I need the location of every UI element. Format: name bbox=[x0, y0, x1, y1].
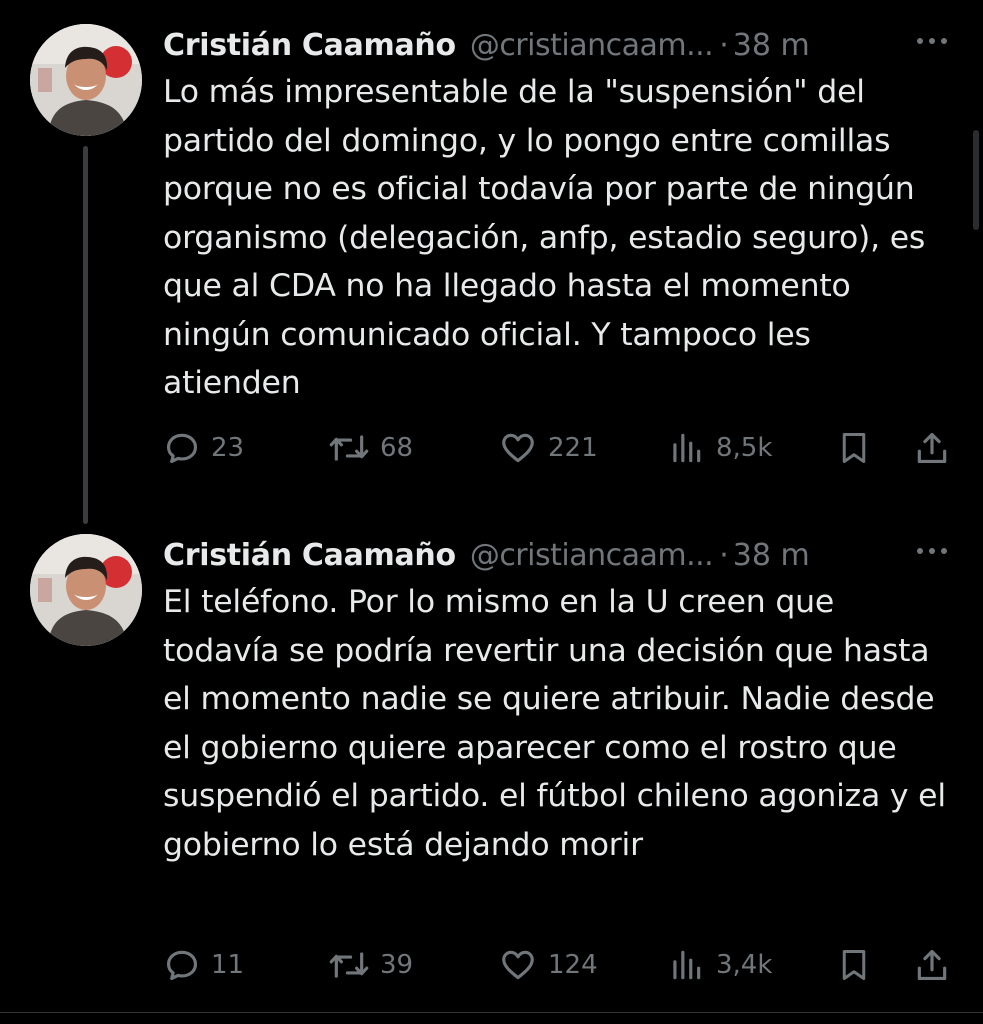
bookmark-icon bbox=[842, 433, 866, 463]
reply-count: 23 bbox=[211, 433, 245, 463]
profile-photo bbox=[30, 24, 142, 136]
bookmark-button[interactable] bbox=[836, 940, 872, 990]
like-button[interactable]: 221 bbox=[498, 423, 598, 473]
views-button[interactable]: 8,5k bbox=[666, 423, 772, 473]
scrollbar[interactable] bbox=[973, 130, 979, 230]
bookmark-button[interactable] bbox=[836, 423, 872, 473]
separator-dot: · bbox=[719, 537, 729, 573]
ellipsis-icon bbox=[917, 548, 947, 554]
divider bbox=[0, 1012, 983, 1013]
share-icon bbox=[917, 432, 947, 464]
separator-dot: · bbox=[719, 27, 729, 63]
user-handle[interactable]: @cristiancaam... bbox=[470, 538, 714, 573]
repost-count: 68 bbox=[380, 433, 414, 463]
reply-button[interactable]: 23 bbox=[163, 423, 244, 473]
like-count: 221 bbox=[548, 433, 598, 463]
tweet-text: El teléfono. Por lo mismo en la U creen … bbox=[163, 584, 946, 863]
views-count: 3,4k bbox=[716, 950, 773, 980]
tweet[interactable]: Cristián Caamaño @cristiancaam... · 38 m… bbox=[0, 18, 983, 524]
heart-icon bbox=[502, 950, 534, 980]
like-button[interactable]: 124 bbox=[498, 940, 598, 990]
display-name[interactable]: Cristián Caamaño bbox=[163, 538, 456, 573]
more-options-button[interactable] bbox=[915, 540, 949, 562]
bar-chart-icon bbox=[673, 950, 701, 980]
share-icon bbox=[917, 949, 947, 981]
display-name[interactable]: Cristián Caamaño bbox=[163, 28, 456, 63]
views-count: 8,5k bbox=[716, 433, 773, 463]
repost-button[interactable]: 68 bbox=[328, 423, 413, 473]
views-button[interactable]: 3,4k bbox=[666, 940, 772, 990]
ellipsis-icon bbox=[917, 38, 947, 44]
repost-button[interactable]: 39 bbox=[328, 940, 413, 990]
bookmark-icon bbox=[842, 950, 866, 980]
repost-icon bbox=[329, 435, 369, 461]
reply-icon bbox=[166, 950, 198, 981]
user-handle[interactable]: @cristiancaam... bbox=[470, 28, 714, 63]
like-count: 124 bbox=[548, 950, 598, 980]
tweet-header: Cristián Caamaño @cristiancaam... · 38 m bbox=[163, 532, 963, 578]
repost-count: 39 bbox=[380, 950, 414, 980]
reply-count: 11 bbox=[211, 950, 245, 980]
repost-icon bbox=[329, 952, 369, 978]
share-button[interactable] bbox=[913, 940, 951, 990]
tweet-actions: 11 39 124 3,4k bbox=[0, 940, 983, 990]
tweet-actions: 23 68 221 8,5k bbox=[0, 423, 983, 473]
avatar[interactable] bbox=[30, 534, 142, 646]
timestamp[interactable]: 38 m bbox=[733, 538, 810, 573]
more-options-button[interactable] bbox=[915, 30, 949, 52]
reply-icon bbox=[166, 433, 198, 464]
bar-chart-icon bbox=[673, 433, 701, 463]
heart-icon bbox=[502, 433, 534, 463]
profile-photo bbox=[30, 534, 142, 646]
tweet[interactable]: Cristián Caamaño @cristiancaam... · 38 m… bbox=[0, 528, 983, 998]
reply-button[interactable]: 11 bbox=[163, 940, 244, 990]
avatar[interactable] bbox=[30, 24, 142, 136]
tweet-text: Lo más impresentable de la "suspensión" … bbox=[163, 74, 926, 401]
share-button[interactable] bbox=[913, 423, 951, 473]
timestamp[interactable]: 38 m bbox=[733, 28, 810, 63]
tweet-header: Cristián Caamaño @cristiancaam... · 38 m bbox=[163, 22, 963, 68]
